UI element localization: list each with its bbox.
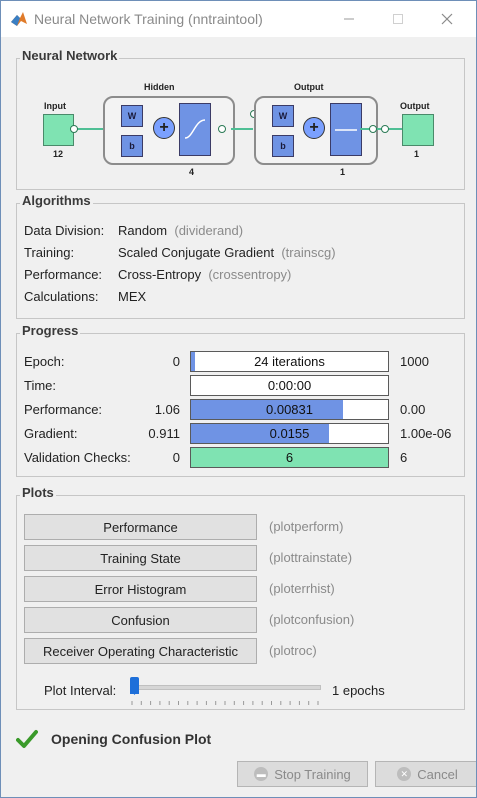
algorithm-value: MEX	[118, 289, 147, 304]
plot-confusion-button[interactable]: Confusion	[24, 607, 257, 633]
progress-bar: 0.00831	[190, 399, 389, 420]
progress-min: 0.911	[148, 426, 180, 441]
hidden-sum-node: +	[153, 117, 175, 139]
hidden-output-connector	[231, 128, 253, 130]
output-bias-block: b	[272, 135, 294, 157]
progress-label: Time:	[24, 378, 57, 393]
minimize-icon	[344, 18, 354, 20]
plot-interval-track[interactable]	[131, 685, 321, 690]
hidden-size: 4	[189, 167, 195, 177]
progress-bar: 6	[190, 447, 389, 468]
maximize-icon	[393, 14, 403, 24]
plot-function: (plotperform)	[269, 519, 344, 534]
algorithm-value: Scaled Conjugate Gradient (trainscg)	[118, 245, 336, 260]
stop-icon: ▬	[254, 767, 269, 781]
hidden-layer-label: Hidden	[144, 82, 175, 92]
nntraintool-window: Neural Network Training (nntraintool) Ne…	[0, 0, 477, 798]
progress-bar: 24 iterations	[190, 351, 389, 372]
output-label: Output	[400, 101, 430, 111]
cancel-button[interactable]: ✕ Cancel	[375, 761, 476, 787]
matlab-logo-icon	[11, 12, 27, 26]
output-sum-node: +	[303, 117, 325, 139]
plot-error-histogram-button[interactable]: Error Histogram	[24, 576, 257, 602]
connector-dot	[218, 125, 226, 133]
input-label: Input	[44, 101, 66, 111]
stop-training-button[interactable]: ▬ Stop Training	[237, 761, 368, 787]
slider-ticks-icon	[131, 701, 319, 705]
progress-max: 0.00	[400, 402, 426, 417]
hidden-bias-block: b	[121, 135, 143, 157]
minimize-button[interactable]	[326, 1, 372, 37]
progress-min: 0	[172, 354, 180, 369]
progress-bar-text: 0.0155	[269, 426, 310, 441]
cancel-label: Cancel	[417, 766, 458, 782]
plot-training-state-button[interactable]: Training State	[24, 545, 257, 571]
sigmoid-icon	[184, 119, 206, 139]
maximize-button[interactable]	[375, 1, 421, 37]
progress-max: 1.00e-06	[400, 426, 452, 441]
neural-network-panel: Neural Network Input 12 Hidden W b + 4 O…	[16, 48, 465, 190]
close-icon	[441, 13, 453, 25]
plot-roc-button[interactable]: Receiver Operating Characteristic	[24, 638, 257, 664]
progress-max: 6	[400, 450, 408, 465]
neural-network-panel-title: Neural Network	[20, 48, 120, 63]
output-weight-block: W	[272, 105, 294, 127]
progress-label: Validation Checks:	[24, 450, 131, 465]
progress-label: Epoch:	[24, 354, 65, 369]
cancel-icon: ✕	[397, 767, 412, 781]
output-transfer-block	[330, 103, 362, 156]
hidden-transfer-block	[179, 103, 211, 156]
softmax-icon	[335, 129, 357, 131]
progress-min: 1.06	[154, 402, 180, 417]
progress-min: 0	[172, 450, 180, 465]
plot-function: (plotconfusion)	[269, 612, 355, 627]
window-title: Neural Network Training (nntraintool)	[34, 11, 263, 27]
plot-performance-button[interactable]: Performance	[24, 514, 257, 540]
algorithm-function: (crossentropy)	[208, 267, 292, 282]
plot-interval-ticks	[131, 692, 319, 705]
progress-bar: 0.0155	[190, 423, 389, 444]
algorithm-label: Performance:	[24, 267, 103, 282]
connector-dot	[369, 125, 377, 133]
progress-bar-text: 6	[285, 450, 294, 465]
progress-bar-text: 24 iterations	[254, 354, 325, 369]
algorithm-value: Cross-Entropy (crossentropy)	[118, 267, 292, 282]
connector-dot	[381, 125, 389, 133]
connector-dot	[70, 125, 78, 133]
progress-bar-text: 0:00:00	[267, 378, 312, 393]
plot-function: (plottrainstate)	[269, 550, 353, 565]
algorithm-value: Random (dividerand)	[118, 223, 244, 238]
progress-bar: 0:00:00	[190, 375, 389, 396]
status-text: Opening Confusion Plot	[51, 731, 212, 747]
hidden-weight-block: W	[121, 105, 143, 127]
algorithm-function: (dividerand)	[174, 223, 244, 238]
output-layer-size: 1	[340, 167, 346, 177]
algorithm-function: (trainscg)	[281, 245, 336, 260]
output-size: 1	[414, 149, 420, 159]
progress-panel-title: Progress	[20, 323, 81, 338]
progress-label: Performance:	[24, 402, 103, 417]
progress-max: 1000	[400, 354, 429, 369]
plot-interval-label: Plot Interval:	[44, 683, 117, 698]
algorithm-label: Training:	[24, 245, 75, 260]
algorithms-panel-title: Algorithms	[20, 193, 93, 208]
plots-panel-title: Plots	[20, 485, 56, 500]
close-button[interactable]	[424, 1, 470, 37]
slider-thumb-icon	[130, 689, 139, 695]
input-size: 12	[53, 149, 64, 159]
progress-bar-text: 0.00831	[266, 402, 313, 417]
checkmark-icon	[16, 730, 38, 748]
plot-interval-slider-thumb[interactable]	[130, 677, 139, 695]
algorithm-label: Data Division:	[24, 223, 105, 238]
output-block	[402, 114, 434, 146]
title-bar: Neural Network Training (nntraintool)	[1, 1, 476, 37]
plot-interval-value: 1 epochs	[332, 683, 385, 698]
output-layer-label: Output	[294, 82, 324, 92]
stop-training-label: Stop Training	[274, 766, 351, 782]
progress-label: Gradient:	[24, 426, 78, 441]
algorithm-label: Calculations:	[24, 289, 99, 304]
plot-function: (plotroc)	[269, 643, 317, 658]
plot-function: (ploterrhist)	[269, 581, 335, 596]
